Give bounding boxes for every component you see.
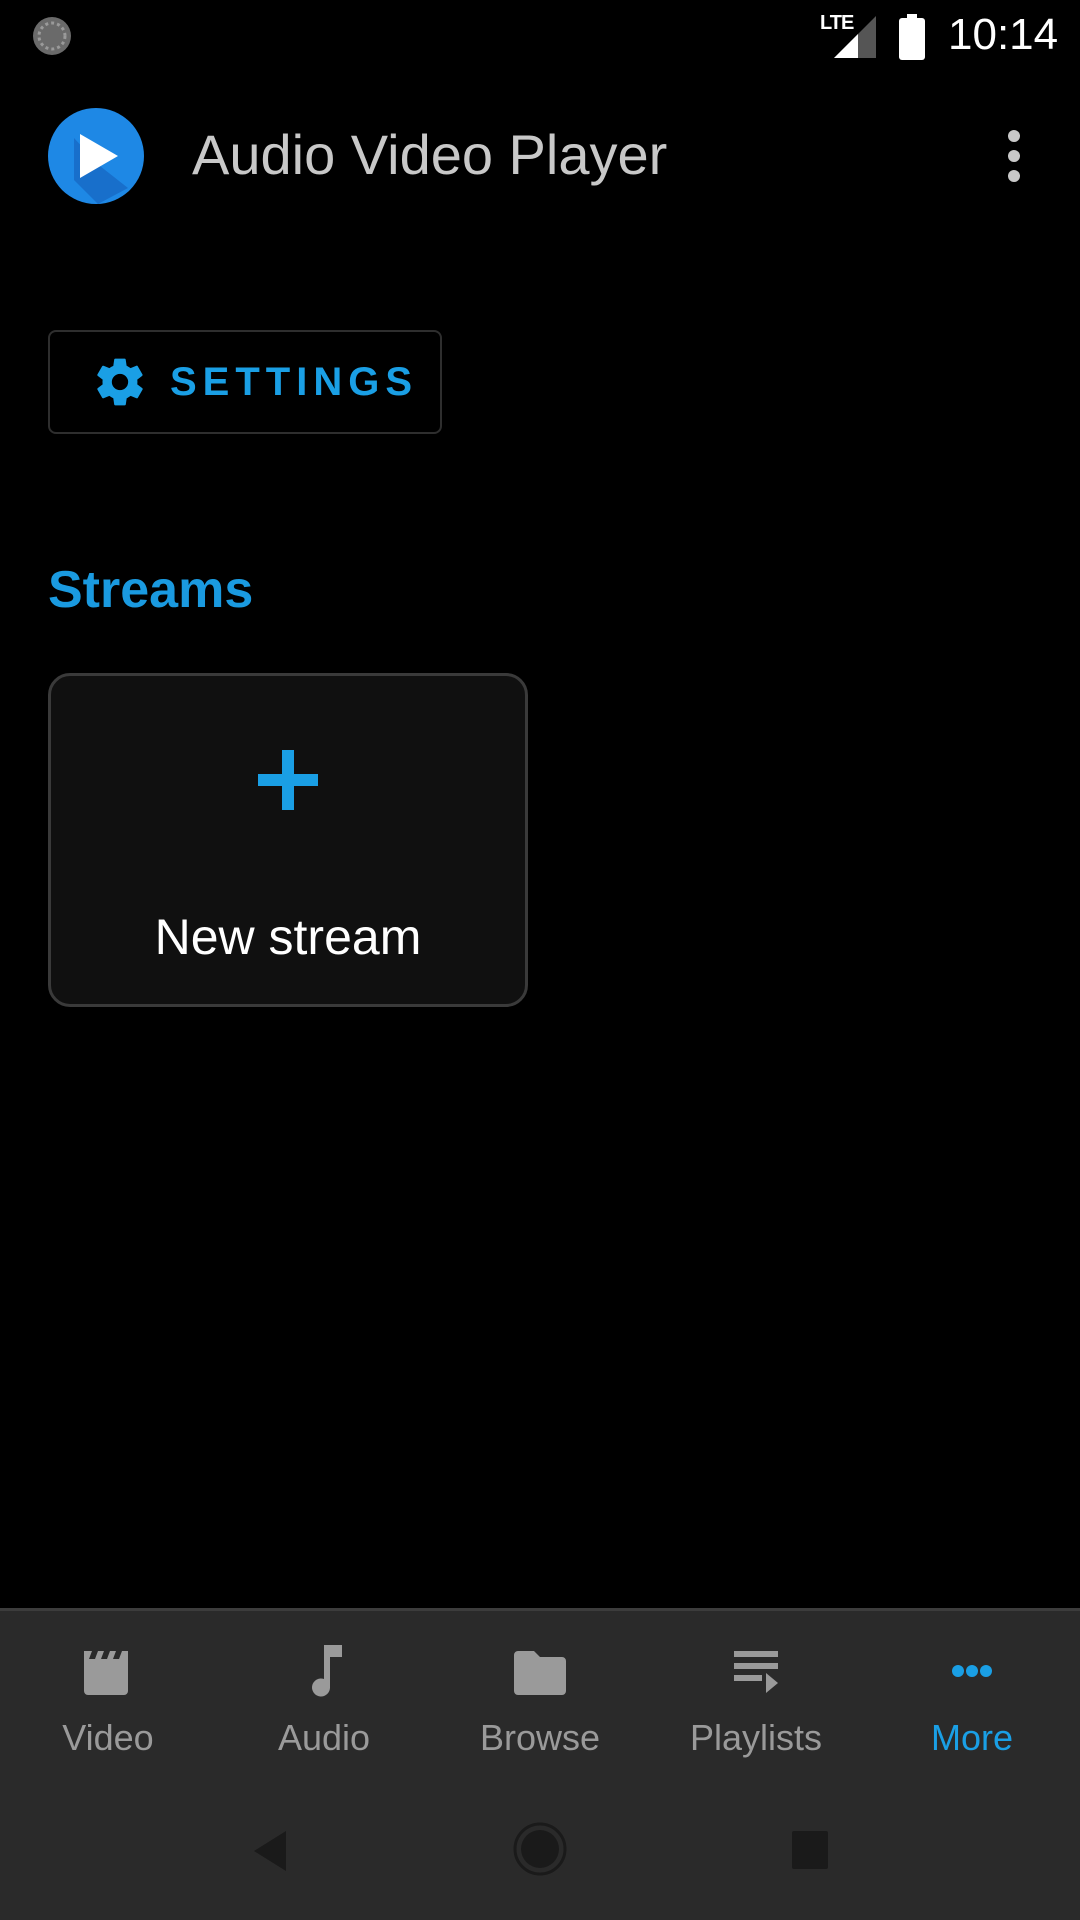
playlist-icon (734, 1651, 778, 1693)
status-bar: LTE 10:14 (0, 0, 1080, 72)
back-icon[interactable] (250, 1829, 290, 1873)
nav-item-video[interactable]: Video (0, 1641, 216, 1771)
new-stream-card[interactable]: New stream (48, 673, 528, 1007)
nav-item-more[interactable]: More (864, 1641, 1080, 1771)
bottom-navigation: Video Audio Browse Playlists More (0, 1608, 1080, 1920)
music-note-icon (312, 1645, 342, 1697)
nav-item-audio[interactable]: Audio (216, 1641, 432, 1771)
nav-label: Playlists (689, 1717, 823, 1758)
nav-label: More (930, 1717, 1014, 1758)
nav-label: Audio (277, 1717, 371, 1758)
home-icon[interactable] (512, 1821, 568, 1877)
more-vert-icon[interactable] (998, 128, 1030, 184)
gear-icon (97, 358, 143, 406)
app-title: Audio Video Player (192, 123, 668, 186)
plus-icon (258, 750, 318, 810)
sync-icon (33, 17, 71, 55)
play-logo-icon (48, 108, 144, 204)
clock: 10:14 (948, 10, 1059, 59)
settings-label: SETTINGS (170, 359, 419, 404)
settings-button[interactable]: SETTINGS (48, 330, 442, 434)
section-title-streams: Streams (48, 561, 254, 619)
folder-icon (514, 1651, 566, 1695)
more-horiz-icon (952, 1665, 992, 1677)
recents-icon[interactable] (792, 1831, 828, 1869)
nav-item-playlists[interactable]: Playlists (648, 1641, 864, 1771)
signal-icon (834, 16, 876, 58)
clapperboard-icon (84, 1651, 128, 1695)
new-stream-label: New stream (154, 909, 422, 965)
nav-label: Video (62, 1717, 154, 1758)
nav-item-browse[interactable]: Browse (432, 1641, 648, 1771)
battery-icon (899, 14, 925, 60)
nav-label: Browse (479, 1717, 601, 1758)
